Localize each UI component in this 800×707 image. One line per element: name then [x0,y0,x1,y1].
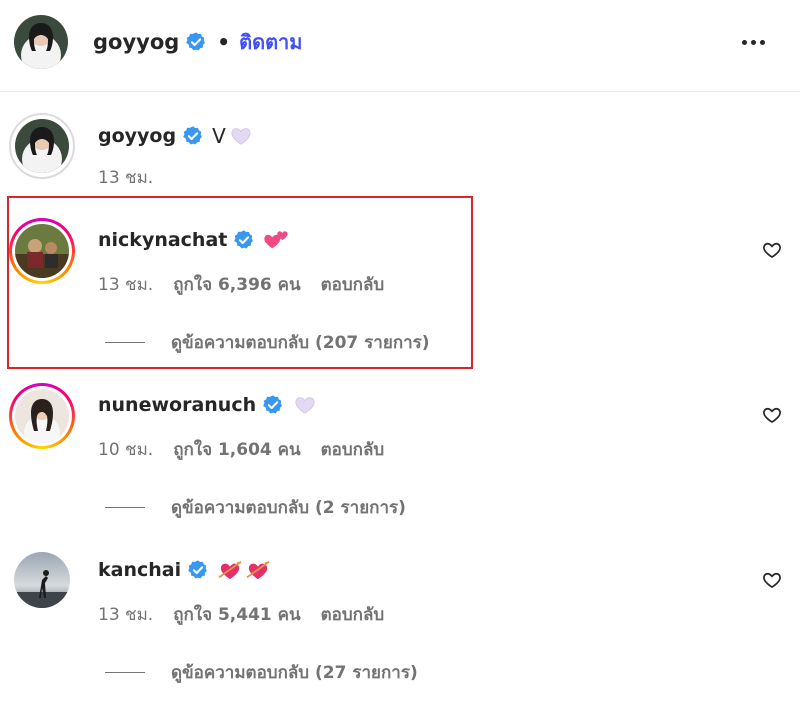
comment-time: 13 ชม. [98,605,154,625]
comment-username[interactable]: kanchai [98,559,181,581]
light-purple-heart-icon [228,125,254,147]
comment-text [292,394,318,416]
comment-text: V [212,124,254,148]
header-username[interactable]: goyyog [93,30,179,54]
view-replies-label: ดูข้อความตอบกลับ (27 รายการ) [171,663,418,683]
verified-badge-icon [187,559,209,581]
reply-button[interactable]: ตอบกลับ [321,601,385,628]
comment-username[interactable]: goyyog [98,125,176,147]
comment-avatar[interactable] [15,389,69,443]
post-header: goyyog • ติดตาม [0,0,800,92]
follow-button[interactable]: ติดตาม [239,26,302,58]
header-avatar[interactable] [14,15,68,69]
like-heart-icon[interactable] [762,405,782,425]
comment-username[interactable]: nuneworanuch [98,394,256,416]
heart-with-arrow-icon [217,559,243,581]
header-user-row: goyyog • ติดตาม [93,26,302,58]
comment-user-row: kanchai [98,559,271,581]
comment-avatar[interactable] [14,552,70,608]
verified-badge-icon [262,394,284,416]
likes-count[interactable]: ถูกใจ 5,441 คน [173,601,300,628]
view-replies-button[interactable]: ดูข้อความตอบกลับ (27 รายการ) [105,659,418,686]
story-ring [9,383,75,449]
comment-avatar[interactable] [15,119,69,173]
highlight-box [7,196,473,369]
comment-user-row: nuneworanuch [98,394,318,416]
avatar-ring [9,113,75,179]
more-options-icon[interactable] [742,30,772,54]
view-replies-label: ดูข้อความตอบกลับ (2 รายการ) [171,498,406,518]
replies-divider-line [105,672,145,673]
replies-divider-line [105,507,145,508]
comment-meta: 13 ชม. ถูกใจ 5,441 คน ตอบกลับ [98,601,384,628]
comment-meta: 13 ชม. [98,164,153,191]
like-heart-icon[interactable] [762,570,782,590]
comment-user-row: goyyog V [98,124,254,148]
comment-time: 10 ชม. [98,440,154,460]
like-heart-icon[interactable] [762,240,782,260]
comment-time: 13 ชม. [98,168,154,188]
comment-meta: 10 ชม. ถูกใจ 1,604 คน ตอบกลับ [98,436,384,463]
view-replies-button[interactable]: ดูข้อความตอบกลับ (2 รายการ) [105,494,406,521]
comment-text [217,559,271,581]
verified-badge-icon [185,31,207,53]
likes-count[interactable]: ถูกใจ 1,604 คน [173,436,300,463]
comment-text-value: V [212,124,226,148]
reply-button[interactable]: ตอบกลับ [321,436,385,463]
light-purple-heart-icon [292,394,318,416]
header-separator: • [217,30,231,54]
verified-badge-icon [182,125,204,147]
heart-with-arrow-icon [245,559,271,581]
